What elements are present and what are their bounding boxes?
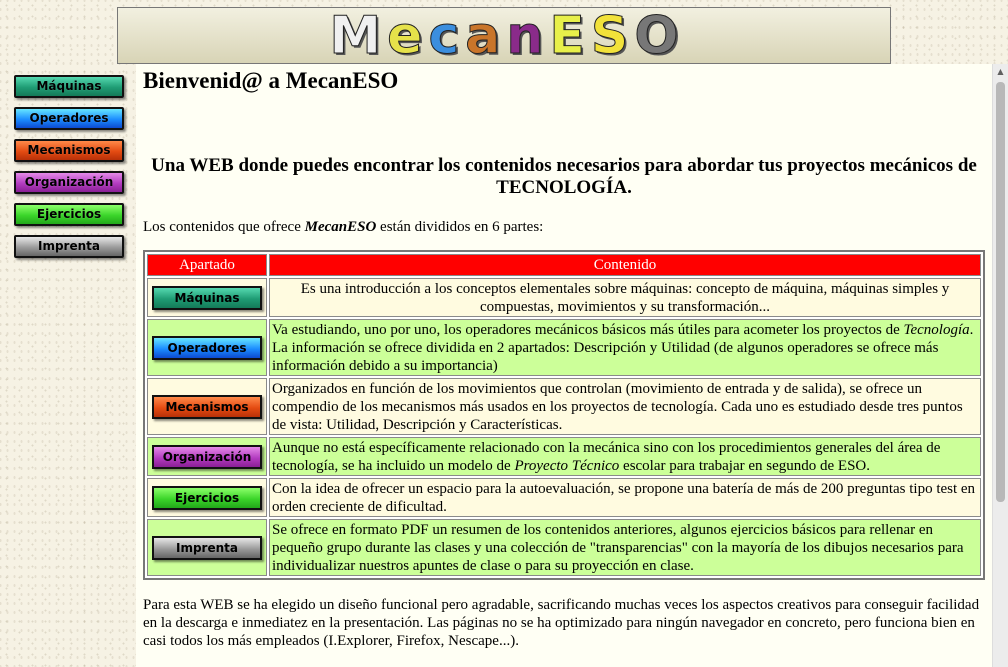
contenido-cell: Va estudiando, uno por uno, los operador…: [269, 319, 981, 376]
table-row: Máquinas Es una introducción a los conce…: [147, 278, 981, 317]
table-row: Imprenta Se ofrece en formato PDF un res…: [147, 519, 981, 576]
nav-maquinas-button[interactable]: Máquinas: [14, 75, 124, 98]
page-scrollbar[interactable]: ▲: [992, 64, 1008, 667]
nav-mecanismos-button[interactable]: Mecanismos: [14, 139, 124, 162]
outro-text: Para esta WEB se ha elegido un diseño fu…: [143, 597, 980, 649]
banner-letter-c: c: [428, 5, 460, 66]
intro-brand: MecanESO: [304, 219, 377, 235]
header-contenido: Contenido: [269, 254, 981, 276]
contenido-cell: Aunque no está específicamente relaciona…: [269, 437, 981, 476]
table-mecanismos-button[interactable]: Mecanismos: [152, 394, 262, 419]
apartado-cell: Mecanismos: [147, 378, 267, 435]
contenido-cell: Organizados en función de los movimiento…: [269, 378, 981, 435]
page-subtitle: Una WEB donde puedes encontrar los conte…: [151, 155, 977, 198]
intro-text: Los contenidos que ofrece MecanESO están…: [143, 218, 985, 236]
apartado-cell: Máquinas: [147, 278, 267, 317]
banner-letter-E: E: [549, 5, 586, 66]
table-imprenta-button[interactable]: Imprenta: [152, 535, 262, 560]
contenido-emphasis: Proyecto Técnico: [514, 457, 620, 474]
sections-table: Apartado Contenido Máquinas Es una intro…: [143, 250, 985, 580]
nav-operadores-button[interactable]: Operadores: [14, 107, 124, 130]
apartado-cell: Imprenta: [147, 519, 267, 576]
banner-letter-S: S: [590, 5, 629, 66]
contenido-text: escolar para trabajar en segundo de ESO.: [619, 457, 871, 474]
nav-organizacion-button[interactable]: Organización: [14, 171, 124, 194]
contenido-text: Va estudiando, uno por uno, los operador…: [272, 321, 904, 338]
intro-after: están divididos en 6 partes:: [376, 219, 544, 235]
apartado-cell: Organización: [147, 437, 267, 476]
table-row: Operadores Va estudiando, uno por uno, l…: [147, 319, 981, 376]
intro-before: Los contenidos que ofrece: [143, 219, 305, 235]
table-row: Organización Aunque no está específicame…: [147, 437, 981, 476]
contenido-emphasis: Tecnología: [903, 321, 970, 338]
banner-letter-e: e: [387, 5, 423, 66]
nav-imprenta-button[interactable]: Imprenta: [14, 235, 124, 258]
apartado-cell: Ejercicios: [147, 478, 267, 517]
table-maquinas-button[interactable]: Máquinas: [152, 285, 262, 310]
banner-letter-O: O: [634, 5, 679, 66]
table-row: Ejercicios Con la idea de ofrecer un esp…: [147, 478, 981, 517]
table-ejercicios-button[interactable]: Ejercicios: [152, 485, 262, 510]
side-nav: Máquinas Operadores Mecanismos Organizac…: [14, 75, 127, 267]
scroll-up-arrow-icon[interactable]: ▲: [993, 64, 1008, 79]
scroll-thumb[interactable]: [996, 82, 1005, 502]
table-organizacion-button[interactable]: Organización: [152, 444, 262, 469]
banner-letter-n: n: [506, 5, 544, 66]
header-apartado: Apartado: [147, 254, 267, 276]
banner-letter-a: a: [465, 5, 501, 66]
apartado-cell: Operadores: [147, 319, 267, 376]
page-title: Bienvenid@ a MecanESO: [143, 68, 399, 93]
table-header-row: Apartado Contenido: [147, 254, 981, 276]
table-operadores-button[interactable]: Operadores: [152, 335, 262, 360]
contenido-cell: Es una introducción a los conceptos elem…: [269, 278, 981, 317]
mecaneso-banner: M e c a n E S O: [117, 7, 891, 64]
main-content: Bienvenid@ a MecanESO Una WEB donde pued…: [136, 64, 992, 667]
contenido-cell: Con la idea de ofrecer un espacio para l…: [269, 478, 981, 517]
table-row: Mecanismos Organizados en función de los…: [147, 378, 981, 435]
banner-letter-m: M: [329, 5, 382, 66]
contenido-cell: Se ofrece en formato PDF un resumen de l…: [269, 519, 981, 576]
nav-ejercicios-button[interactable]: Ejercicios: [14, 203, 124, 226]
